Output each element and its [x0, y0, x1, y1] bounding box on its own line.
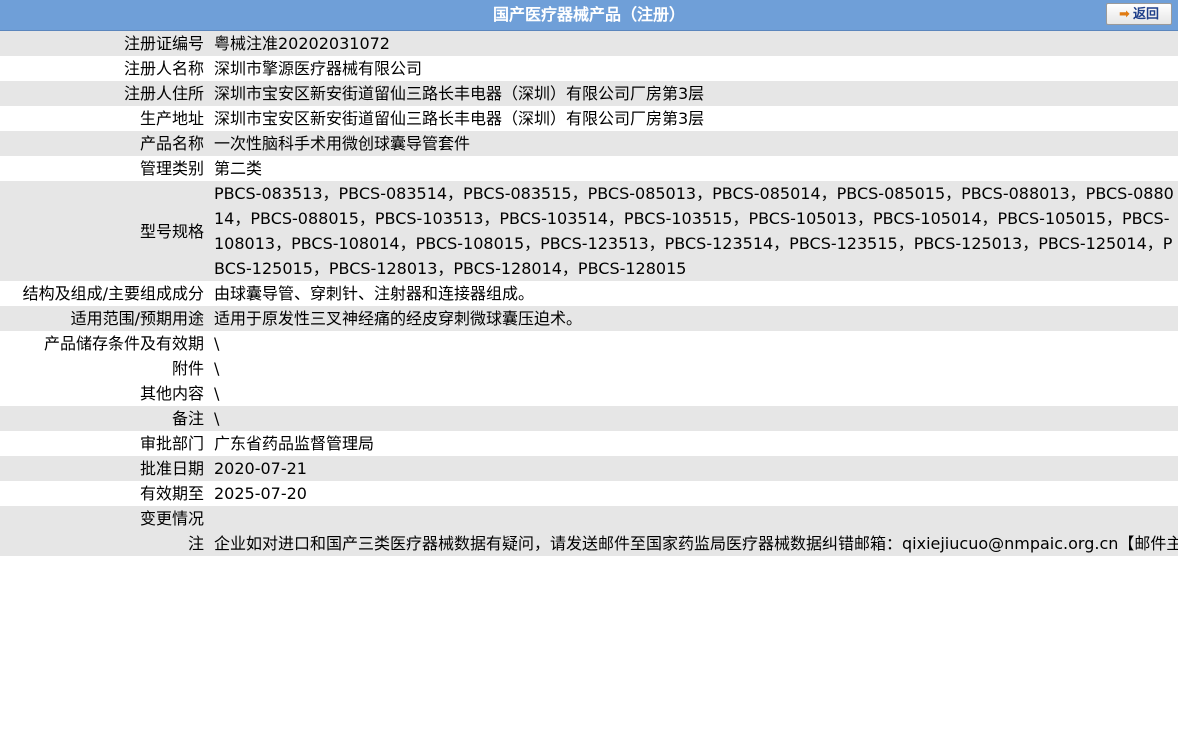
row-change-history: 变更情况: [0, 506, 1178, 531]
row-other: 其他内容 \: [0, 381, 1178, 406]
row-registrant-name: 注册人名称 深圳市擎源医疗器械有限公司: [0, 56, 1178, 81]
field-label: 注册人住所: [123, 84, 204, 103]
field-label: 备注: [171, 409, 204, 428]
detail-table: 注册证编号 粤械注准20202031072 注册人名称 深圳市擎源医疗器械有限公…: [0, 31, 1178, 556]
field-value: 2025-07-20: [214, 484, 307, 503]
field-label: 管理类别: [139, 159, 204, 178]
field-value: 深圳市宝安区新安街道留仙三路长丰电器（深圳）有限公司厂房第3层: [214, 109, 705, 128]
field-value: 2020-07-21: [214, 459, 307, 478]
row-structure: 结构及组成/主要组成成分 由球囊导管、穿刺针、注射器和连接器组成。: [0, 281, 1178, 306]
row-remarks: 备注 \: [0, 406, 1178, 431]
row-note: 注 企业如对进口和国产三类医疗器械数据有疑问，请发送邮件至国家药监局医疗器械数据…: [0, 531, 1178, 556]
field-label: 产品名称: [139, 134, 204, 153]
note-text: 企业如对进口和国产三类医疗器械数据有疑问，请发送邮件至国家药监局医疗器械数据纠错…: [214, 534, 1178, 553]
field-value: 深圳市擎源医疗器械有限公司: [214, 59, 423, 78]
field-label: 结构及组成/主要组成成分: [22, 284, 204, 303]
row-management-category: 管理类别 第二类: [0, 156, 1178, 181]
field-value: PBCS-083513，PBCS-083514，PBCS-083515，PBCS…: [214, 184, 1174, 278]
field-label: 注册人名称: [123, 59, 204, 78]
field-value: \: [214, 359, 220, 378]
row-product-name: 产品名称 一次性脑科手术用微创球囊导管套件: [0, 131, 1178, 156]
field-value: \: [214, 384, 220, 403]
note-label: 注: [187, 534, 204, 553]
field-label: 附件: [171, 359, 204, 378]
field-label: 适用范围/预期用途: [70, 309, 204, 328]
row-intended-use: 适用范围/预期用途 适用于原发性三叉神经痛的经皮穿刺微球囊压迫术。: [0, 306, 1178, 331]
field-label: 其他内容: [139, 384, 204, 403]
field-label: 生产地址: [139, 109, 204, 128]
field-value: 广东省药品监督管理局: [214, 434, 375, 453]
row-registrant-address: 注册人住所 深圳市宝安区新安街道留仙三路长丰电器（深圳）有限公司厂房第3层: [0, 81, 1178, 106]
field-value: 深圳市宝安区新安街道留仙三路长丰电器（深圳）有限公司厂房第3层: [214, 84, 705, 103]
row-storage: 产品储存条件及有效期 \: [0, 331, 1178, 356]
field-value: \: [214, 409, 220, 428]
field-value: 第二类: [214, 159, 263, 178]
page-header: 国产医疗器械产品（注册） ➡ 返回: [0, 0, 1178, 31]
row-attachment: 附件 \: [0, 356, 1178, 381]
row-model-spec: 型号规格 PBCS-083513，PBCS-083514，PBCS-083515…: [0, 181, 1178, 281]
row-production-address: 生产地址 深圳市宝安区新安街道留仙三路长丰电器（深圳）有限公司厂房第3层: [0, 106, 1178, 131]
field-label: 批准日期: [139, 459, 204, 478]
page-title: 国产医疗器械产品（注册）: [492, 5, 685, 24]
field-label: 产品储存条件及有效期: [43, 334, 204, 353]
field-value: 由球囊导管、穿刺针、注射器和连接器组成。: [214, 284, 535, 303]
arrow-right-icon: ➡: [1119, 7, 1130, 22]
field-value: [208, 506, 1178, 531]
back-button-label: 返回: [1132, 7, 1159, 22]
row-registration-number: 注册证编号 粤械注准20202031072: [0, 31, 1178, 56]
field-label: 审批部门: [139, 434, 204, 453]
field-value: 适用于原发性三叉神经痛的经皮穿刺微球囊压迫术。: [214, 309, 583, 328]
back-button[interactable]: ➡ 返回: [1106, 3, 1172, 25]
field-label: 有效期至: [139, 484, 204, 503]
field-label: 注册证编号: [123, 34, 204, 53]
field-value: \: [214, 334, 220, 353]
field-label: 型号规格: [139, 221, 204, 241]
field-label: 变更情况: [139, 509, 204, 528]
row-approval-department: 审批部门 广东省药品监督管理局: [0, 431, 1178, 456]
row-valid-until: 有效期至 2025-07-20: [0, 481, 1178, 506]
field-value: 一次性脑科手术用微创球囊导管套件: [214, 134, 471, 153]
field-value: 粤械注准20202031072: [214, 34, 390, 53]
row-approval-date: 批准日期 2020-07-21: [0, 456, 1178, 481]
